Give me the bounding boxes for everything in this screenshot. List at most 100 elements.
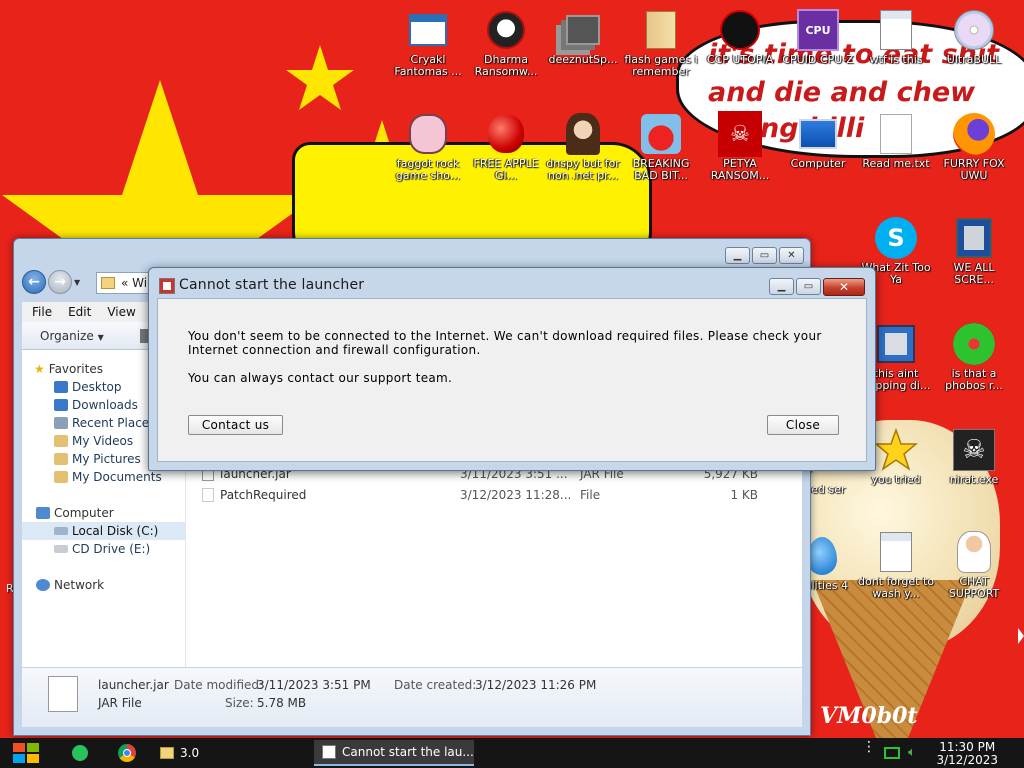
menu-edit[interactable]: Edit <box>68 305 91 319</box>
jar-file-large-icon <box>48 676 78 712</box>
portrait-icon <box>566 113 600 155</box>
network-tray-icon[interactable] <box>884 747 900 759</box>
desktop-icon-nirat[interactable]: ☠ nirat.exe <box>936 428 1012 486</box>
folder-icon <box>101 277 115 289</box>
overflow-icon[interactable]: ⋮ <box>862 740 876 754</box>
organize-button[interactable]: Organize ▼ <box>40 329 104 343</box>
nav-computer[interactable]: Computer <box>22 504 185 522</box>
computer-icon <box>36 507 50 519</box>
details-modified-label: Date modified: <box>174 678 264 692</box>
desktop-icon-label: dont forget to wash y... <box>857 575 935 600</box>
droplet-icon <box>807 537 837 575</box>
doctor-icon <box>957 531 991 573</box>
launcher-error-dialog[interactable]: Cannot start the launcher ▁ ▭ ✕ You don'… <box>148 267 876 471</box>
desktop-icon-computer[interactable]: Computer <box>780 112 856 170</box>
desktop-icon-label: dnspy but for non .net pr... <box>546 157 620 182</box>
desktop-icon-label: PETYA RANSOM... <box>710 157 770 182</box>
desktop-icon-label: CHAT SUPPORT <box>948 575 1000 600</box>
java-app-icon <box>159 278 175 294</box>
menu-view[interactable]: View <box>107 305 135 319</box>
history-dropdown-icon[interactable]: ▼ <box>74 278 80 287</box>
maximize-button[interactable]: ▭ <box>752 247 777 264</box>
desktop-icon-flash-games[interactable]: flash games i remember <box>623 8 699 78</box>
desktop-icon-readme[interactable]: Read me.txt <box>858 112 934 170</box>
desktop-icon-phobos[interactable]: is that a phobos r... <box>936 322 1012 392</box>
desktop-icon-free-apple[interactable]: FREE APPLE GI... <box>468 112 544 182</box>
folder-icon <box>646 11 676 49</box>
desktop-icon-label: Computer <box>790 157 846 170</box>
file-row[interactable]: PatchRequired 3/12/2023 11:28... File 1 … <box>198 485 792 505</box>
details-created-value: 3/12/2023 11:26 PM <box>475 678 597 692</box>
ccp-logo-icon <box>720 10 760 50</box>
cd-drive-icon <box>54 545 68 553</box>
desktop-icon-petya[interactable]: ☠ PETYA RANSOM... <box>702 111 778 182</box>
close-button[interactable]: ✕ <box>823 278 865 296</box>
windows-logo-yellow <box>27 754 39 763</box>
apple-icon <box>488 115 524 153</box>
minimize-button[interactable]: ▁ <box>769 278 794 295</box>
taskbar-dialog-task[interactable]: Cannot start the lau... <box>314 740 474 766</box>
cd-icon <box>954 10 994 50</box>
forward-button[interactable]: → <box>48 270 72 294</box>
window-app-icon <box>409 14 447 46</box>
document-icon <box>880 532 912 572</box>
gold-star-icon <box>874 428 918 471</box>
desktop-icon-label: FREE APPLE GI... <box>473 157 539 182</box>
close-dialog-button[interactable]: Close <box>767 415 839 435</box>
desktop-icon-dnspy[interactable]: dnspy but for non .net pr... <box>545 112 621 182</box>
back-button[interactable]: ← <box>22 270 46 294</box>
drive-icon <box>54 527 68 535</box>
nav-local-disk[interactable]: Local Disk (C:) <box>22 522 185 540</box>
volume-tray-icon[interactable]: 🔈︎ <box>908 745 916 760</box>
close-icon: ✕ <box>838 280 850 294</box>
desktop-icon-cryakl[interactable]: Cryakl Fantomas ... <box>390 8 466 78</box>
desktop-icon-breaking-bad[interactable]: BREAKING BAD BIT... <box>623 112 699 182</box>
downloads-icon <box>54 399 68 411</box>
desktop-icon-label: flash games i remember <box>624 53 698 78</box>
desktop-icon-dharma[interactable]: Dharma Ransomw... <box>468 8 544 78</box>
desktop-icon-chat-support[interactable]: CHAT SUPPORT <box>936 530 1012 600</box>
cartoon-chef-icon <box>409 114 447 154</box>
desktop-icon-label: wtf is this <box>869 53 923 66</box>
file-name: PatchRequired <box>220 488 307 502</box>
desktop-icon-label: Dharma Ransomw... <box>474 53 538 78</box>
taskbar-clock[interactable]: 11:30 PM 3/12/2023 <box>936 741 998 767</box>
desktop-icon-ultrabull[interactable]: UltraBULL <box>936 8 1012 66</box>
desktop-icon-dont-forget[interactable]: dont forget to wash y... <box>858 530 934 600</box>
start-button[interactable] <box>10 740 42 766</box>
desktop-icon-cpuz[interactable]: CPU CPUID CPU-Z <box>780 8 856 66</box>
desktop-icon-rock-game[interactable]: faggot rock game sho... <box>390 112 466 182</box>
desktop-icon <box>54 381 68 393</box>
nav-cd-drive[interactable]: CD Drive (E:) <box>22 540 185 558</box>
printer-pc-icon <box>877 325 915 363</box>
close-button[interactable]: ✕ <box>779 247 804 264</box>
contact-us-button[interactable]: Contact us <box>188 415 283 435</box>
desktop-icon-wtf[interactable]: wtf is this <box>858 8 934 66</box>
chat-app-icon[interactable] <box>72 745 88 761</box>
menu-file[interactable]: File <box>32 305 52 319</box>
maximize-button[interactable]: ▭ <box>796 278 821 295</box>
documents-icon <box>54 471 68 483</box>
folder-icon <box>160 747 174 759</box>
taskbar-folder-task[interactable]: 3.0 <box>152 740 310 766</box>
desktop-icon-firefox[interactable]: FURRY FOX UWU <box>936 112 1012 182</box>
file-date: 3/12/2023 11:28... <box>460 488 572 502</box>
taskbar: 3.0 Cannot start the lau... ⋮ 🔈︎ 11:30 P… <box>0 738 1024 768</box>
desktop-icon-we-all-scream[interactable]: WE ALL SCRE... <box>936 216 1012 286</box>
desktop-icon-label: Read me.txt <box>862 157 930 170</box>
skull-mask-icon <box>487 11 525 49</box>
chrome-icon[interactable] <box>118 744 136 762</box>
angry-bird-icon <box>641 114 681 154</box>
details-size-label: Size: <box>225 696 254 710</box>
cpuz-icon: CPU <box>797 9 839 51</box>
dialog-caption-buttons: ▁ ▭ ✕ <box>769 278 865 296</box>
minimize-button[interactable]: ▁ <box>725 247 750 264</box>
chevron-down-icon: ▼ <box>97 332 104 342</box>
desktop-icon-label: BREAKING BAD BIT... <box>632 157 690 182</box>
details-file-type: JAR File <box>98 696 142 710</box>
taskbar-folder-label: 3.0 <box>180 746 200 760</box>
nav-network[interactable]: Network <box>22 576 185 594</box>
desktop-icon-ccp-utopia[interactable]: CCP UTOPIA <box>702 8 778 66</box>
dialog-message: You don't seem to be connected to the In… <box>188 329 822 357</box>
desktop-icon-deeznut[interactable]: deeznutSp... <box>545 8 621 66</box>
